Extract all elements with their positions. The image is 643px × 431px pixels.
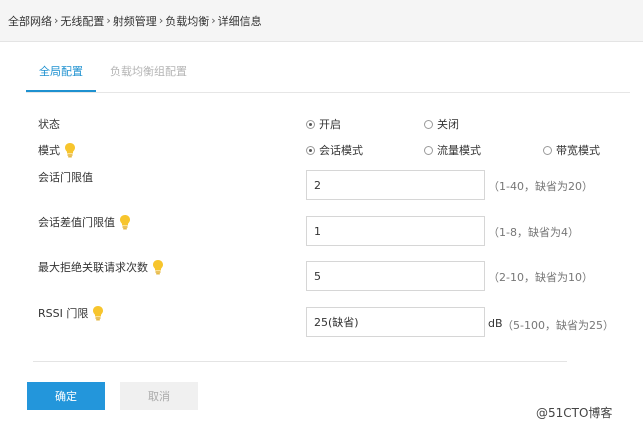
breadcrumb-separator: › — [54, 14, 59, 27]
breadcrumb-rf-management[interactable]: 射频管理 — [113, 13, 157, 29]
tab-group-config[interactable]: 负载均衡组配置 — [110, 58, 210, 92]
max-reject-label: 最大拒绝关联请求次数 — [38, 259, 164, 275]
rssi-threshold-label: RSSI 门限 — [38, 305, 104, 321]
radio-unchecked-icon — [543, 145, 552, 155]
mode-label-text: 模式 — [38, 144, 60, 157]
tab-global-config[interactable]: 全局配置 — [26, 58, 96, 92]
status-on-radio[interactable]: 开启 — [306, 116, 341, 132]
status-label: 状态 — [38, 116, 60, 132]
breadcrumb-load-balance[interactable]: 负载均衡 — [165, 13, 209, 29]
mode-session-radio[interactable]: 会话模式 — [306, 142, 363, 158]
mode-traffic-radio[interactable]: 流量模式 — [424, 142, 481, 158]
rssi-threshold-label-text: RSSI 门限 — [38, 307, 89, 320]
mode-bandwidth-label: 带宽模式 — [556, 144, 600, 157]
breadcrumb-wireless-config[interactable]: 无线配置 — [60, 13, 104, 29]
rssi-threshold-input[interactable] — [306, 307, 485, 337]
lightbulb-icon[interactable] — [92, 305, 104, 321]
breadcrumb-separator: › — [106, 14, 111, 27]
cancel-button[interactable]: 取消 — [120, 382, 198, 410]
radio-unchecked-icon — [424, 145, 433, 155]
session-threshold-input[interactable] — [306, 170, 485, 200]
status-off-label: 关闭 — [437, 118, 459, 131]
status-label-text: 状态 — [38, 118, 60, 131]
ok-button[interactable]: 确定 — [27, 382, 105, 410]
radio-unchecked-icon — [424, 119, 433, 129]
max-reject-label-text: 最大拒绝关联请求次数 — [38, 261, 148, 274]
mode-label: 模式 — [38, 142, 76, 158]
lightbulb-icon[interactable] — [152, 259, 164, 275]
mode-session-label: 会话模式 — [319, 144, 363, 157]
lightbulb-icon[interactable] — [64, 142, 76, 158]
lightbulb-icon[interactable] — [119, 214, 131, 230]
session-diff-threshold-label-text: 会话差值门限值 — [38, 216, 115, 229]
max-reject-input[interactable] — [306, 261, 485, 291]
session-threshold-label: 会话门限值 — [38, 169, 93, 185]
rssi-threshold-hint: （5-100，缺省为25） — [502, 319, 614, 332]
mode-bandwidth-radio[interactable]: 带宽模式 — [543, 142, 600, 158]
divider — [33, 361, 567, 362]
radio-checked-icon — [306, 145, 315, 155]
max-reject-hint: （2-10，缺省为10） — [488, 271, 593, 284]
radio-checked-icon — [306, 119, 315, 129]
session-diff-threshold-input[interactable] — [306, 216, 485, 246]
breadcrumb-details: 详细信息 — [217, 14, 262, 28]
mode-traffic-label: 流量模式 — [437, 144, 481, 157]
session-threshold-hint: （1-40，缺省为20） — [488, 180, 593, 193]
status-off-radio[interactable]: 关闭 — [424, 116, 459, 132]
breadcrumb-all-networks[interactable]: 全部网络 — [8, 13, 52, 29]
breadcrumb-separator: › — [211, 14, 216, 27]
watermark: @51CTO博客 — [536, 406, 613, 420]
breadcrumb: 全部网络 › 无线配置 › 射频管理 › 负载均衡 › 详细信息 — [0, 0, 643, 42]
session-threshold-label-text: 会话门限值 — [38, 171, 93, 184]
rssi-unit: dB — [488, 317, 503, 330]
tab-bar: 全局配置 负载均衡组配置 — [26, 58, 630, 93]
session-diff-threshold-label: 会话差值门限值 — [38, 214, 131, 230]
breadcrumb-separator: › — [158, 14, 164, 27]
status-on-label: 开启 — [319, 118, 341, 131]
session-diff-threshold-hint: （1-8，缺省为4） — [488, 226, 579, 239]
